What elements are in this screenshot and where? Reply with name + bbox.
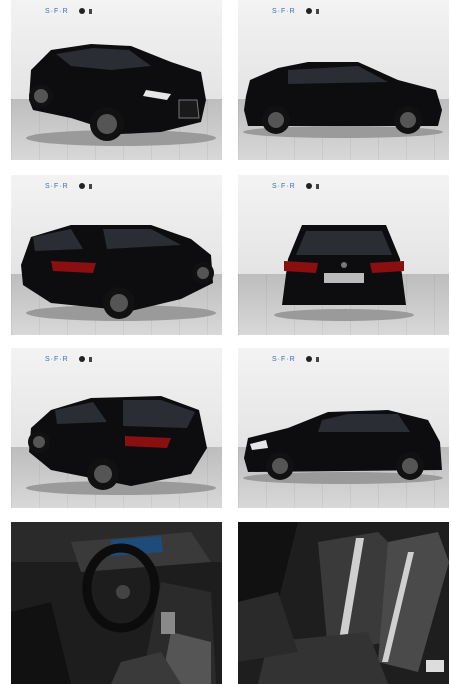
photo-rear-three-quarter-right[interactable]: S·F·R bbox=[11, 348, 222, 508]
photo-side-right[interactable]: S·F·R bbox=[238, 0, 449, 160]
photo-interior-front-seat[interactable] bbox=[238, 522, 449, 684]
car-rear-graphic bbox=[274, 225, 414, 321]
interior-dashboard-graphic bbox=[11, 522, 222, 684]
car-side-left-graphic bbox=[243, 410, 443, 484]
car-rear-three-quarter-left-graphic bbox=[21, 225, 216, 321]
photo-rear[interactable]: S·F·R bbox=[238, 175, 449, 335]
car-side-right-graphic bbox=[243, 62, 443, 138]
photo-front-three-quarter[interactable]: S·F·R bbox=[11, 0, 222, 160]
photo-rear-three-quarter-left[interactable]: S·F·R bbox=[11, 175, 222, 335]
photo-gallery: S·F·R S·F·R S·F·R S·F·R S·F·R S·F·R bbox=[0, 0, 451, 684]
car-rear-three-quarter-right-graphic bbox=[26, 396, 216, 495]
photo-interior-dashboard[interactable] bbox=[11, 522, 222, 684]
interior-front-seat-graphic bbox=[238, 522, 449, 684]
car-front-three-quarter-graphic bbox=[26, 44, 216, 146]
photo-side-left[interactable]: S·F·R bbox=[238, 348, 449, 508]
